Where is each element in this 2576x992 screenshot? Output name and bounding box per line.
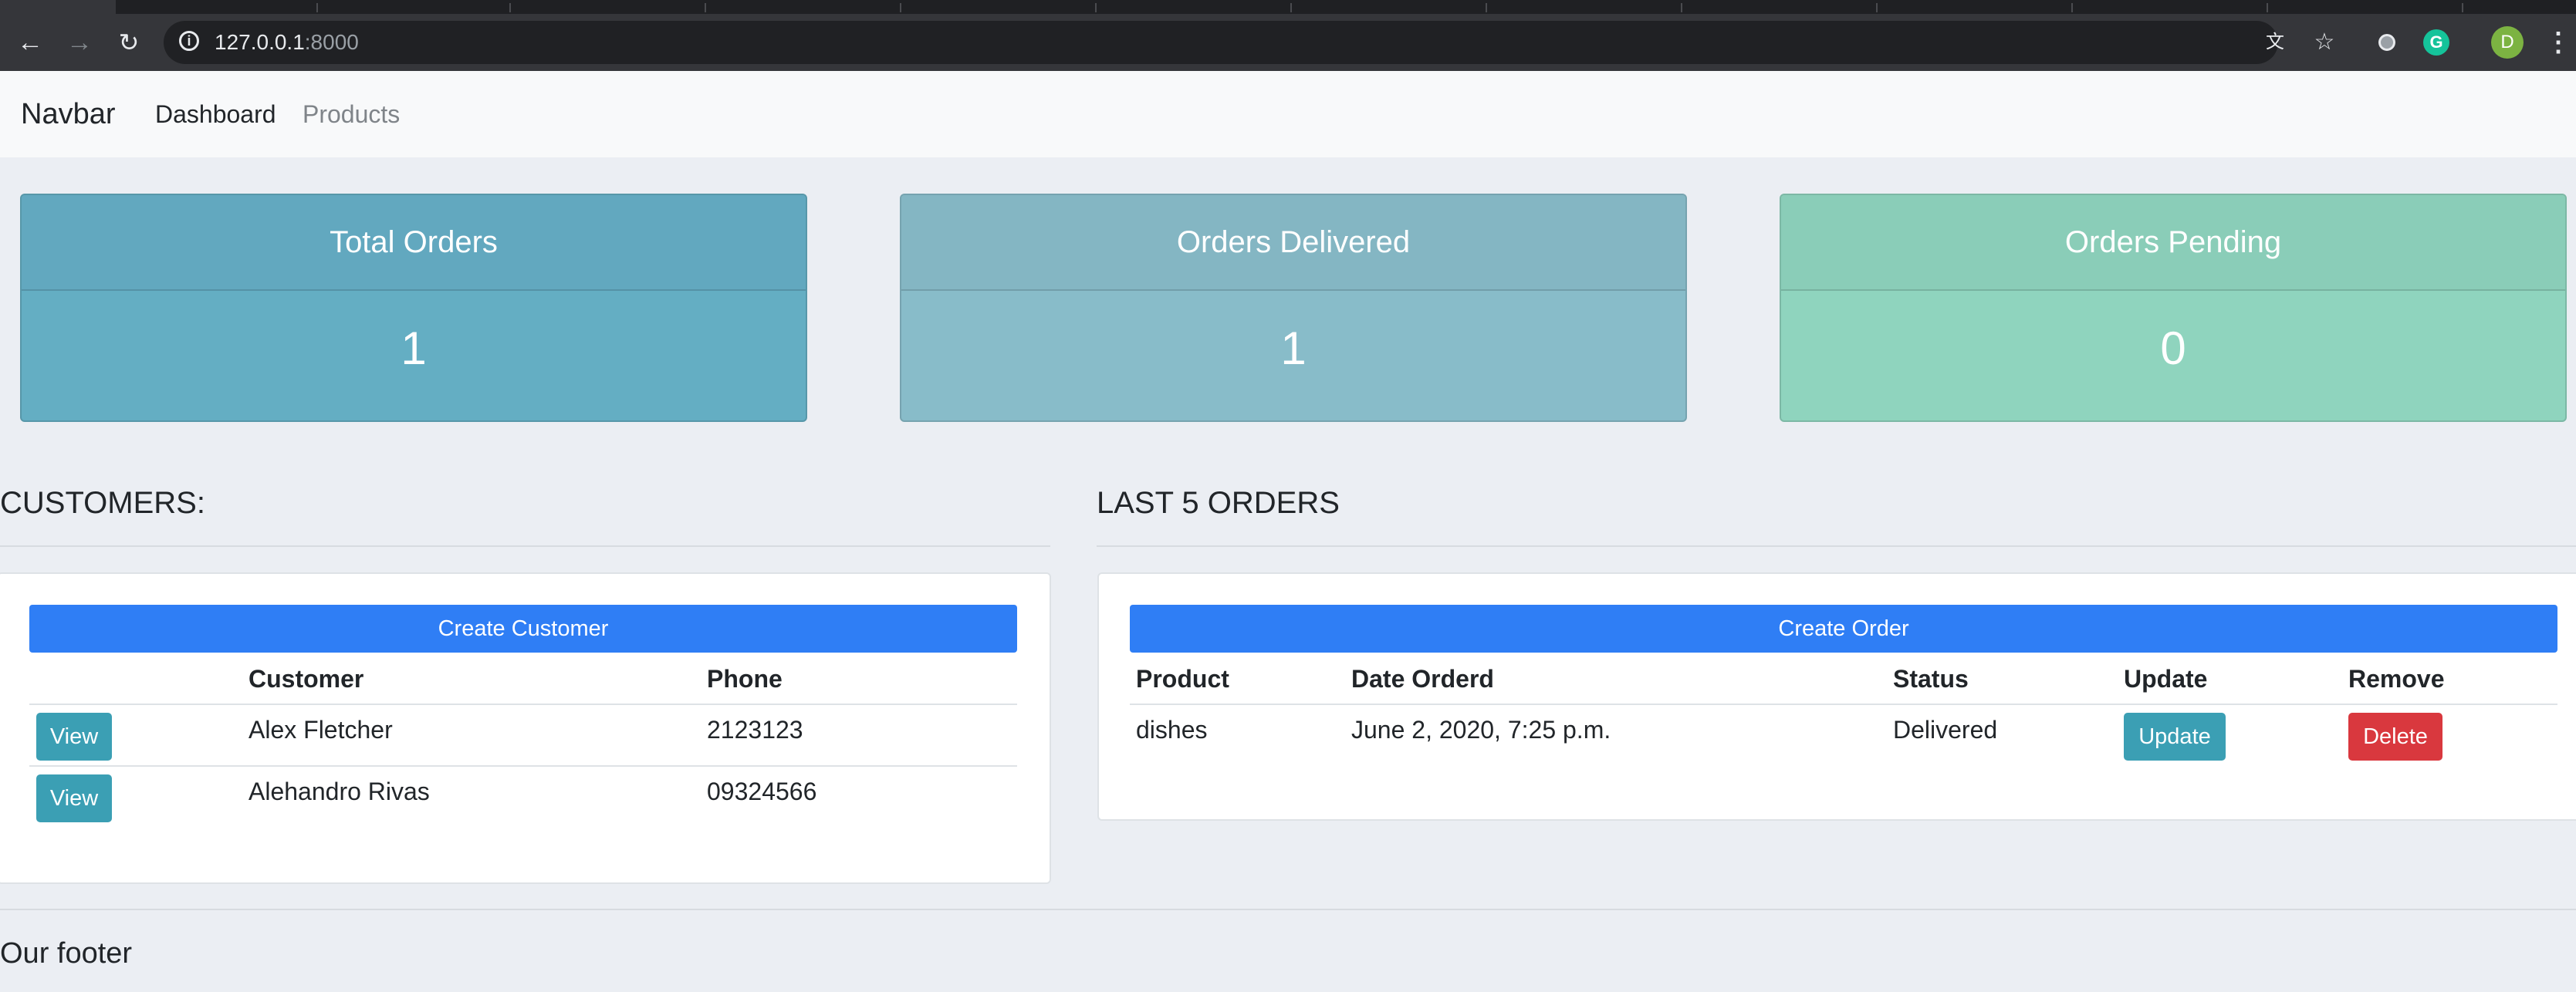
order-date: June 2, 2020, 7:25 p.m. bbox=[1351, 716, 1611, 744]
orders-header-status: Status bbox=[1893, 665, 1969, 693]
table-header-divider bbox=[1130, 704, 2557, 705]
tab-separator bbox=[2267, 3, 2268, 12]
site-info-icon[interactable]: i bbox=[179, 31, 199, 51]
customers-heading: CUSTOMERS: bbox=[0, 486, 205, 520]
order-product: dishes bbox=[1136, 716, 1208, 744]
url-host: 127.0.0.1 bbox=[215, 30, 305, 54]
order-status: Delivered bbox=[1893, 716, 1998, 744]
customer-name: Alehandro Rivas bbox=[248, 778, 430, 805]
stat-card-orders-delivered: Orders Delivered 1 bbox=[900, 194, 1687, 422]
site-navbar: Navbar Dashboard Products bbox=[0, 71, 2576, 157]
tab-separator bbox=[2071, 3, 2073, 12]
stat-card-orders-pending: Orders Pending 0 bbox=[1780, 194, 2567, 422]
stat-card-total-orders: Total Orders 1 bbox=[20, 194, 807, 422]
stat-card-title: Orders Pending bbox=[1781, 195, 2565, 291]
address-url[interactable]: 127.0.0.1:8000 bbox=[215, 21, 359, 64]
orders-heading: LAST 5 ORDERS bbox=[1097, 486, 1340, 520]
customers-header-phone: Phone bbox=[707, 665, 783, 693]
create-customer-button[interactable]: Create Customer bbox=[29, 605, 1017, 653]
customers-header-customer: Customer bbox=[248, 665, 364, 693]
tab-separator bbox=[2462, 3, 2463, 12]
delete-order-button[interactable]: Delete bbox=[2348, 713, 2442, 761]
bookmark-star-icon[interactable]: ☆ bbox=[2311, 29, 2338, 56]
back-arrow-icon[interactable]: ← bbox=[12, 25, 48, 60]
profile-avatar[interactable]: D bbox=[2491, 26, 2524, 59]
create-order-button[interactable]: Create Order bbox=[1130, 605, 2557, 653]
stat-card-value: 1 bbox=[1280, 322, 1307, 374]
active-tab[interactable] bbox=[0, 0, 116, 14]
stat-card-value: 0 bbox=[2160, 322, 2186, 374]
nav-link-products[interactable]: Products bbox=[303, 71, 400, 157]
table-header-divider bbox=[29, 704, 1017, 705]
navbar-brand[interactable]: Navbar bbox=[21, 71, 116, 157]
customers-divider bbox=[0, 545, 1050, 547]
customers-panel: Create Customer Customer Phone View Alex… bbox=[0, 572, 1051, 884]
orders-header-update: Update bbox=[2124, 665, 2208, 693]
orders-header-remove: Remove bbox=[2348, 665, 2445, 693]
table-row-divider bbox=[29, 765, 1017, 767]
tab-separator bbox=[1876, 3, 1878, 12]
tab-separator bbox=[1681, 3, 1682, 12]
extension-circle-icon[interactable] bbox=[2374, 29, 2400, 56]
update-order-button[interactable]: Update bbox=[2124, 713, 2226, 761]
view-customer-button[interactable]: View bbox=[36, 774, 112, 822]
tab-separator bbox=[900, 3, 901, 12]
tab-separator bbox=[316, 3, 318, 12]
customer-name: Alex Fletcher bbox=[248, 716, 393, 744]
footer-divider bbox=[0, 909, 2576, 910]
translate-icon[interactable]: 文 bbox=[2261, 29, 2289, 56]
orders-divider bbox=[1097, 545, 2576, 547]
footer-heading: Our footer bbox=[0, 937, 133, 970]
nav-link-dashboard[interactable]: Dashboard bbox=[155, 71, 276, 157]
customer-phone: 2123123 bbox=[707, 716, 803, 744]
forward-arrow-icon[interactable]: → bbox=[62, 25, 97, 60]
url-port: :8000 bbox=[304, 30, 359, 54]
tab-separator bbox=[1290, 3, 1292, 12]
tab-separator bbox=[1486, 3, 1487, 12]
orders-panel: Create Order Product Date Orderd Status … bbox=[1097, 572, 2576, 821]
tab-separator bbox=[509, 3, 511, 12]
tab-separator bbox=[1095, 3, 1097, 12]
orders-header-date: Date Orderd bbox=[1351, 665, 1494, 693]
address-bar[interactable]: i 127.0.0.1:8000 文 ☆ bbox=[164, 21, 2334, 64]
grammarly-extension-icon[interactable]: G bbox=[2423, 29, 2449, 56]
reload-icon[interactable]: ↻ bbox=[111, 25, 147, 60]
stat-card-title: Total Orders bbox=[22, 195, 806, 291]
stat-card-value: 1 bbox=[401, 322, 427, 374]
orders-header-product: Product bbox=[1136, 665, 1229, 693]
tab-separator bbox=[705, 3, 706, 12]
browser-tabstrip bbox=[0, 0, 2576, 14]
stat-card-title: Orders Delivered bbox=[901, 195, 1685, 291]
customer-phone: 09324566 bbox=[707, 778, 817, 805]
browser-menu-icon[interactable]: ⋮ bbox=[2541, 25, 2576, 60]
browser-toolbar: ← → ↻ i 127.0.0.1:8000 文 ☆ G D ⋮ bbox=[0, 14, 2576, 71]
view-customer-button[interactable]: View bbox=[36, 713, 112, 761]
